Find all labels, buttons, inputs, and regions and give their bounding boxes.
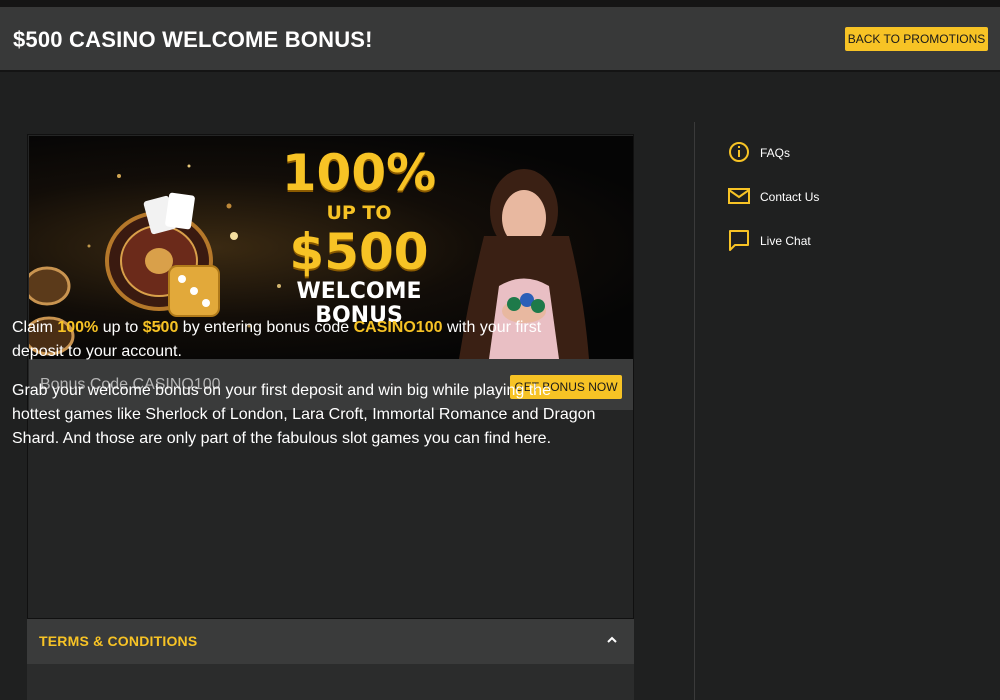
terms-label: TERMS & CONDITIONS <box>39 633 198 649</box>
sidebar-item-label: Contact Us <box>760 190 820 204</box>
highlight-code: CASINO100 <box>353 319 443 336</box>
chevron-up-icon <box>607 636 617 643</box>
banner-amount: $500 <box>289 223 429 281</box>
highlight-percent: 100% <box>57 319 99 336</box>
terms-body <box>27 664 634 700</box>
highlight-amount: $500 <box>142 319 179 336</box>
banner-up-to: UP TO <box>326 202 392 224</box>
banner-welcome: WELCOME <box>296 279 422 304</box>
terms-accordion-header[interactable]: TERMS & CONDITIONS <box>27 619 634 664</box>
info-icon <box>729 142 749 162</box>
back-to-promotions-button[interactable]: BACK TO PROMOTIONS <box>845 27 988 51</box>
promotion-description: Claim 100% up to $500 by entering bonus … <box>12 316 597 466</box>
banner-percent: 100% <box>281 144 437 202</box>
chat-icon <box>729 230 749 251</box>
page-title: $500 CASINO WELCOME BONUS! <box>13 27 373 52</box>
description-paragraph-2: Grab your welcome bonus on your first de… <box>12 382 596 447</box>
sidebar-item-label: FAQs <box>760 146 791 160</box>
top-strip <box>0 0 1000 7</box>
mail-icon <box>728 188 750 204</box>
description-paragraph-1: Claim 100% up to $500 by entering bonus … <box>12 319 542 360</box>
banner-headline: 100% UP TO $500 WELCOME BONUS <box>259 144 459 328</box>
page-header: $500 CASINO WELCOME BONUS! BACK TO PROMO… <box>0 7 1000 72</box>
sidebar-item-label: Live Chat <box>760 234 811 248</box>
sidebar-divider <box>694 122 695 700</box>
